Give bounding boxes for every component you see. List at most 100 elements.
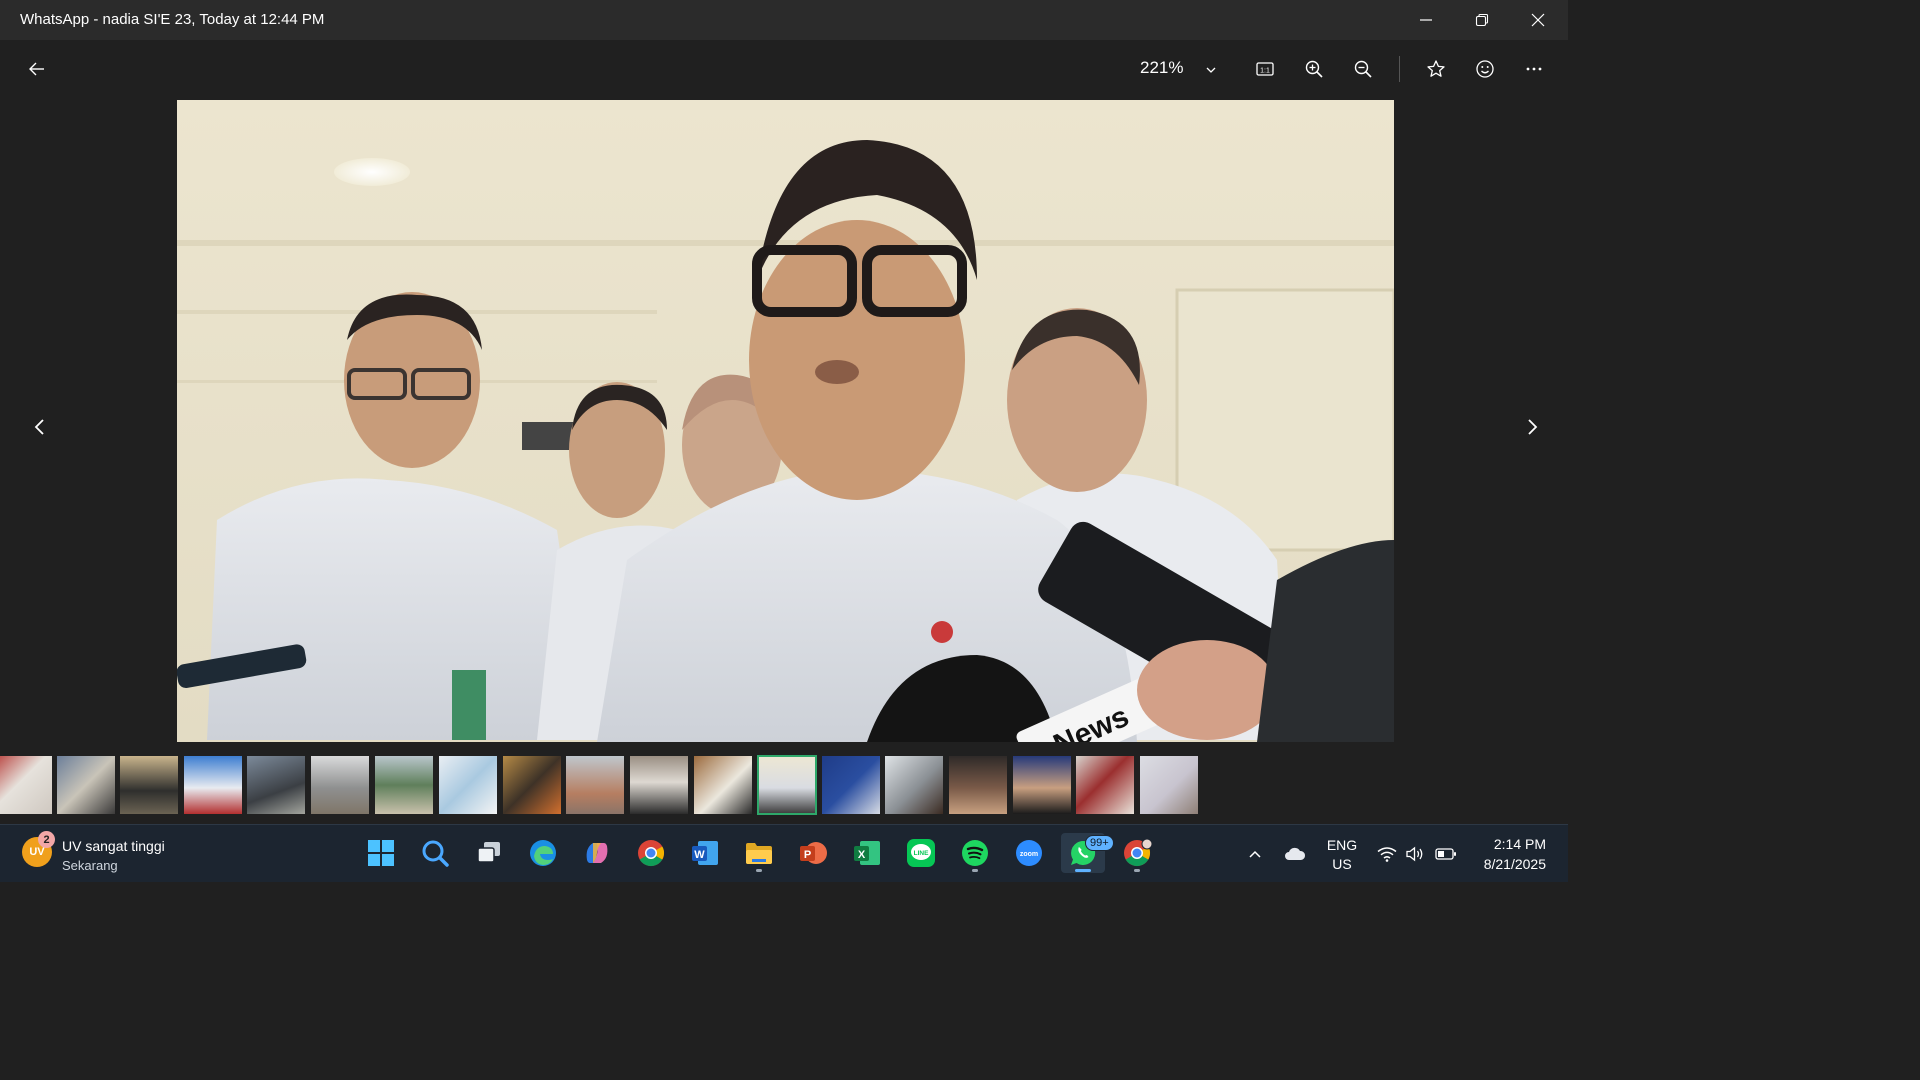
uv-badge-label: UV xyxy=(29,846,45,858)
weather-notification[interactable]: UV 2 UV sangat tinggi Sekarang xyxy=(22,831,165,875)
zoom-in-icon xyxy=(1305,60,1323,78)
spotify-button[interactable] xyxy=(953,833,997,873)
running-indicator xyxy=(1134,869,1140,872)
next-photo-button[interactable] xyxy=(1519,414,1545,440)
wifi-status[interactable] xyxy=(1374,825,1400,883)
thumbnail[interactable] xyxy=(439,756,497,814)
powerpoint-icon: P xyxy=(800,842,827,864)
thumbnail[interactable] xyxy=(1076,756,1134,814)
line-button[interactable]: LINE xyxy=(899,833,943,873)
more-options-button[interactable] xyxy=(1515,50,1553,88)
battery-status[interactable] xyxy=(1433,825,1459,883)
svg-text:P: P xyxy=(804,849,811,861)
chevron-down-icon xyxy=(1206,67,1216,73)
notification-subtitle: Sekarang xyxy=(62,858,118,873)
actual-size-button[interactable]: 1:1 xyxy=(1246,50,1284,88)
clock[interactable]: 2:14 PM 8/21/2025 xyxy=(1462,834,1546,874)
minimize-button[interactable] xyxy=(1398,0,1454,40)
thumbnail[interactable] xyxy=(184,756,242,814)
chevron-up-icon xyxy=(1249,850,1261,858)
unread-badge: 99+ xyxy=(1085,835,1114,851)
chevron-left-icon xyxy=(34,419,44,435)
zoom-button[interactable]: zoom xyxy=(1007,833,1051,873)
close-icon xyxy=(1531,13,1545,27)
star-icon xyxy=(1427,60,1445,77)
back-arrow-icon xyxy=(29,62,44,76)
thumbnail[interactable] xyxy=(0,756,52,814)
favorite-button[interactable] xyxy=(1417,50,1455,88)
uv-badge: UV 2 xyxy=(22,831,55,867)
thumbnail[interactable] xyxy=(822,756,880,814)
thumbnail[interactable] xyxy=(1140,756,1198,814)
notification-title: UV sangat tinggi xyxy=(62,838,165,854)
running-indicator xyxy=(1075,869,1091,872)
notification-count: 2 xyxy=(38,831,55,848)
react-button[interactable] xyxy=(1466,50,1504,88)
task-view-icon xyxy=(477,842,500,863)
filmstrip xyxy=(0,754,1568,816)
minimize-icon xyxy=(1420,19,1432,21)
svg-text:1:1: 1:1 xyxy=(1260,68,1270,75)
search-icon xyxy=(422,840,449,867)
smiley-icon xyxy=(1476,60,1494,78)
svg-text:X: X xyxy=(858,849,866,861)
chevron-right-icon xyxy=(1528,419,1538,435)
chrome-profile-button[interactable] xyxy=(1115,833,1159,873)
language-code: ENG xyxy=(1326,837,1358,853)
restore-icon xyxy=(1475,13,1489,27)
zoom-out-button[interactable] xyxy=(1344,50,1382,88)
volume-status[interactable] xyxy=(1402,825,1428,883)
chrome-profile-icon xyxy=(1124,838,1152,867)
zoom-dropdown[interactable] xyxy=(1200,59,1222,81)
thumbnail[interactable] xyxy=(1013,756,1071,814)
thumbnail-selected[interactable] xyxy=(757,755,817,815)
svg-text:W: W xyxy=(694,849,705,861)
thumbnail[interactable] xyxy=(503,756,561,814)
thumbnail[interactable] xyxy=(566,756,624,814)
chrome-button[interactable] xyxy=(629,833,673,873)
edge-button[interactable] xyxy=(521,833,565,873)
task-view-button[interactable] xyxy=(467,833,511,873)
running-indicator xyxy=(972,869,978,872)
show-hidden-icons-button[interactable] xyxy=(1243,825,1267,883)
thumbnail[interactable] xyxy=(311,756,369,814)
zoom-in-button[interactable] xyxy=(1295,50,1333,88)
onedrive-button[interactable] xyxy=(1280,825,1310,883)
close-button[interactable] xyxy=(1510,0,1566,40)
thumbnail[interactable] xyxy=(694,756,752,814)
back-button[interactable] xyxy=(18,50,56,88)
start-button[interactable] xyxy=(359,833,403,873)
thumbnail[interactable] xyxy=(120,756,178,814)
restore-button[interactable] xyxy=(1454,0,1510,40)
zoom-level[interactable]: 221% xyxy=(1140,58,1183,78)
excel-icon: X xyxy=(854,841,880,865)
thumbnail[interactable] xyxy=(247,756,305,814)
speaker-icon xyxy=(1406,846,1423,862)
thumbnail[interactable] xyxy=(57,756,115,814)
svg-text:zoom: zoom xyxy=(1020,851,1038,858)
input-language[interactable]: ENG US xyxy=(1322,836,1362,874)
excel-button[interactable]: X xyxy=(845,833,889,873)
taskbar: UV 2 UV sangat tinggi Sekarang W P X LIN… xyxy=(0,824,1568,882)
file-explorer-icon xyxy=(746,843,772,864)
copilot-icon xyxy=(586,843,608,863)
chrome-icon xyxy=(638,840,665,867)
thumbnail[interactable] xyxy=(885,756,943,814)
viewer-toolbar: 221% 1:1 xyxy=(0,40,1568,98)
title-bar: WhatsApp - nadia SI'E 23, Today at 12:44… xyxy=(0,0,1568,40)
line-icon: LINE xyxy=(907,839,935,867)
main-photo[interactable]: News xyxy=(177,100,1394,742)
search-button[interactable] xyxy=(413,833,457,873)
word-button[interactable]: W xyxy=(683,833,727,873)
file-explorer-button[interactable] xyxy=(737,833,781,873)
previous-photo-button[interactable] xyxy=(27,414,53,440)
copilot-button[interactable] xyxy=(575,833,619,873)
thumbnail[interactable] xyxy=(375,756,433,814)
running-indicator xyxy=(756,869,762,872)
thumbnail[interactable] xyxy=(949,756,1007,814)
thumbnail[interactable] xyxy=(630,756,688,814)
powerpoint-button[interactable]: P xyxy=(791,833,835,873)
whatsapp-button[interactable]: 99+ xyxy=(1061,833,1114,873)
battery-icon xyxy=(1435,848,1456,860)
word-icon: W xyxy=(692,841,718,865)
